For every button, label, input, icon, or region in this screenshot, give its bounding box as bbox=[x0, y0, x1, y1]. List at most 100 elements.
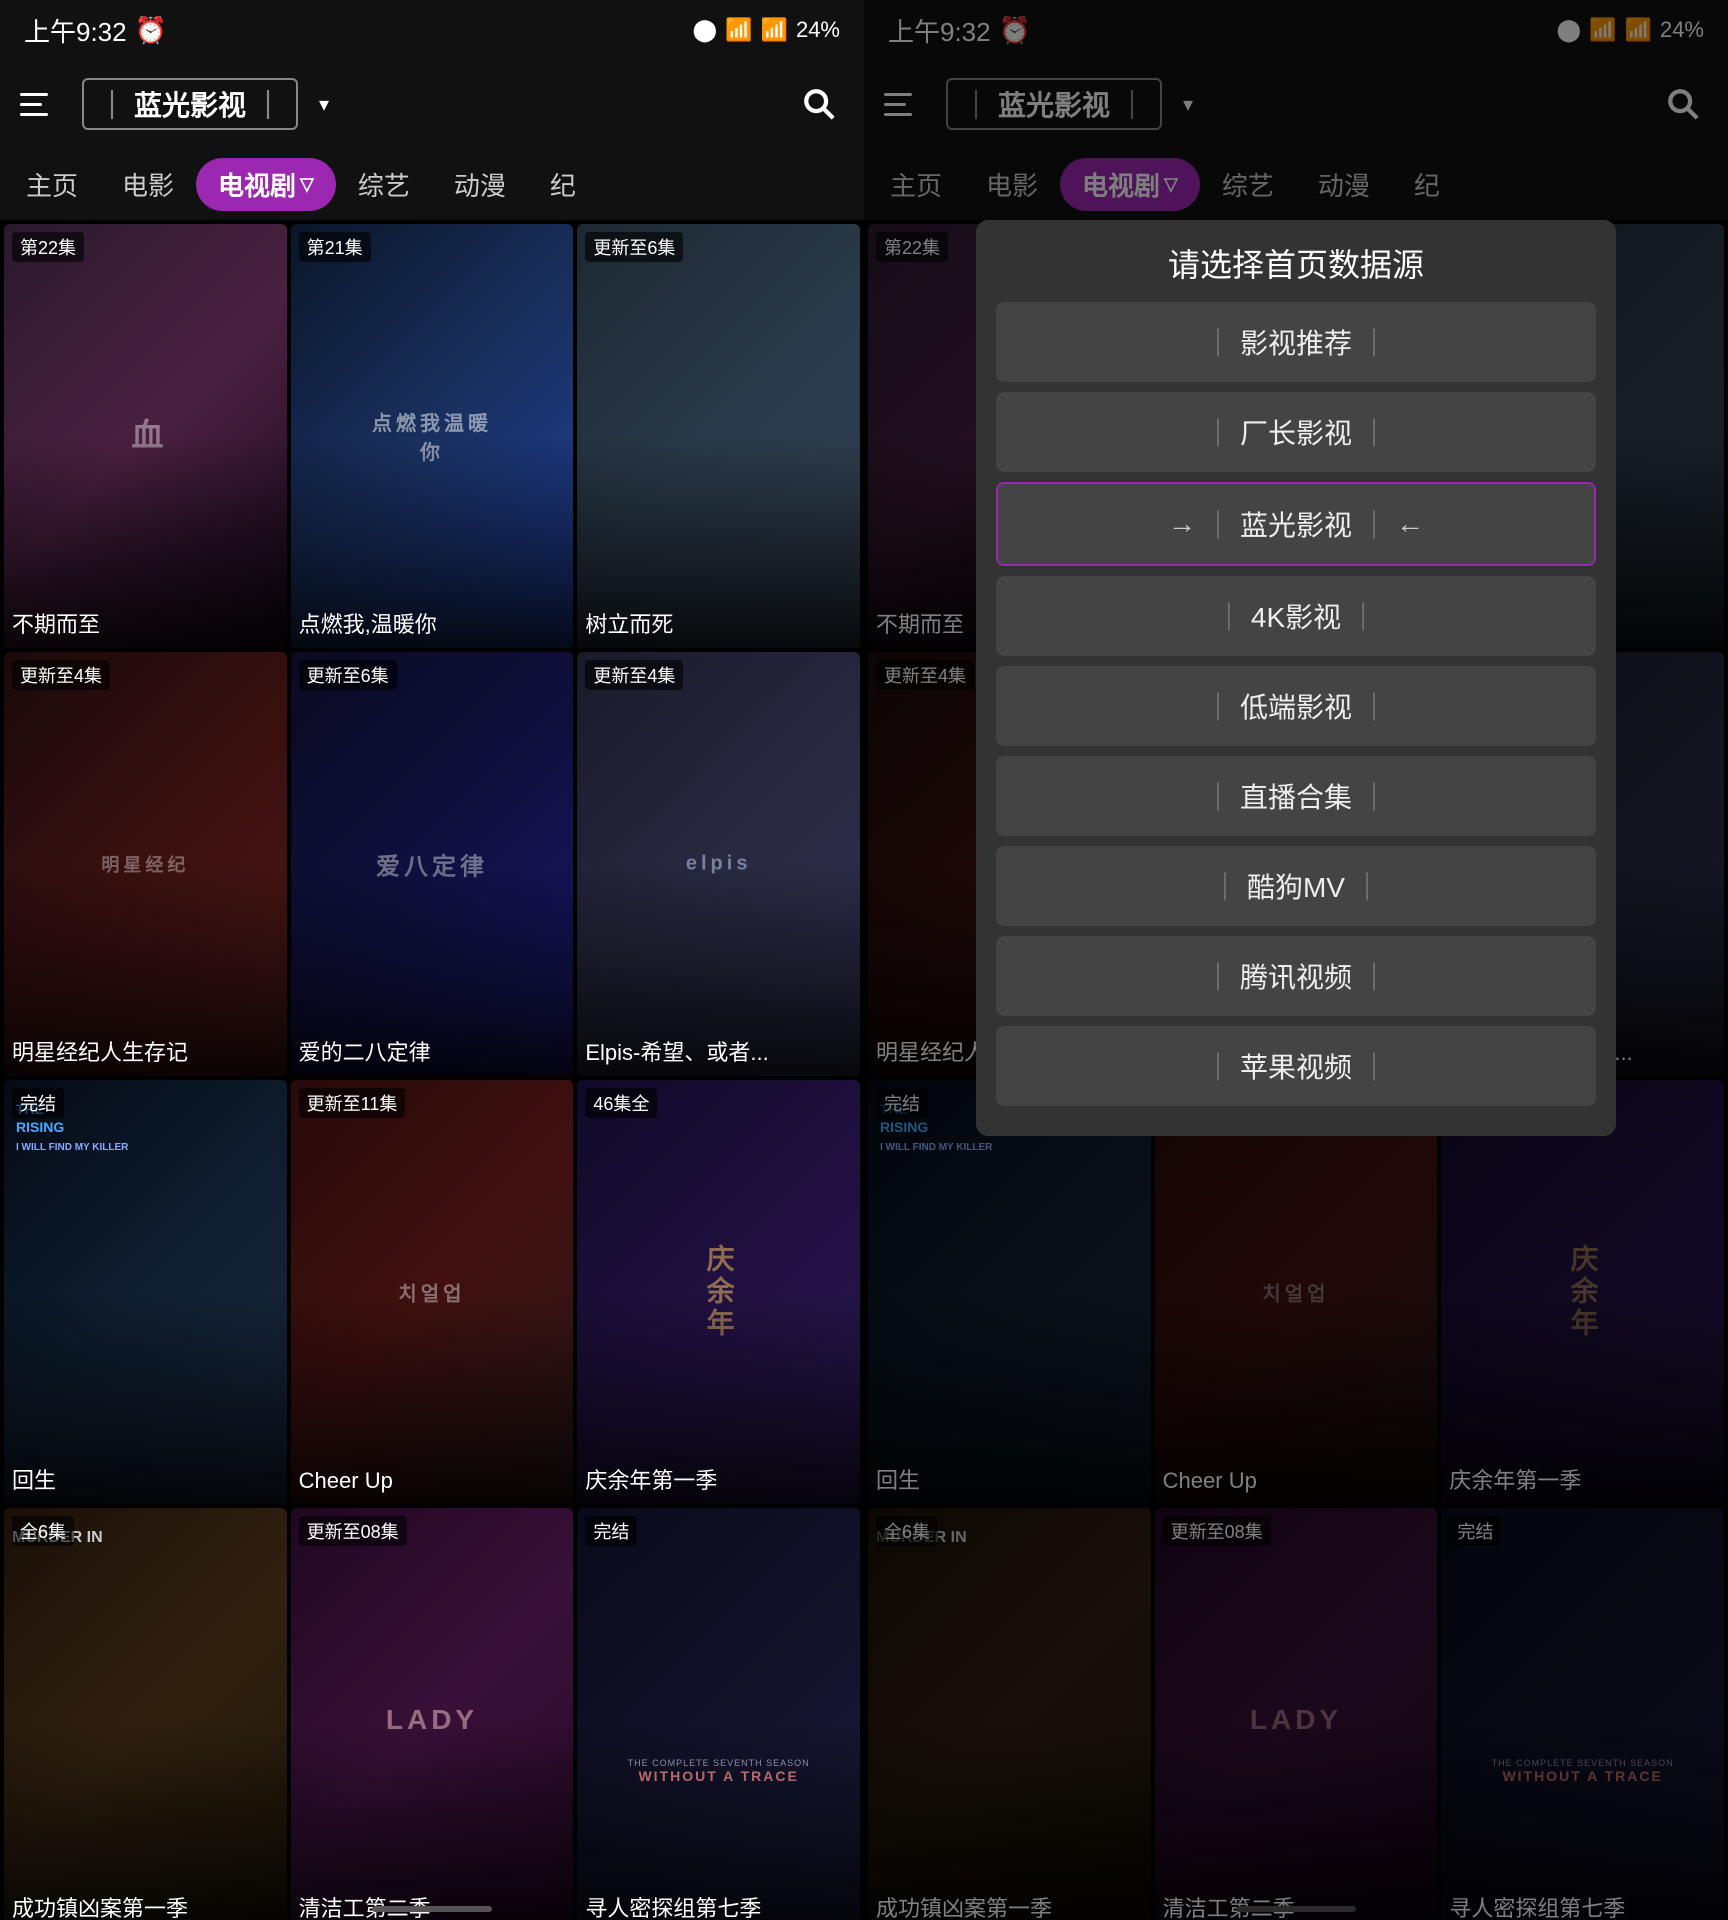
badge-10-left: 全6集 bbox=[12, 1516, 74, 1546]
popup-option-yingshi[interactable]: ｜ 影视推荐 ｜ bbox=[996, 302, 1596, 382]
badge-12-left: 完结 bbox=[585, 1516, 637, 1546]
content-grid-left: 血 第22集 不期而至 点燃我温暖你 第21集 点燃我,温暖你 更新至6集 树立… bbox=[0, 220, 864, 1920]
card-4-left[interactable]: 明星经纪 更新至4集 明星经纪人生存记 bbox=[4, 652, 287, 1076]
card-1-left[interactable]: 血 第22集 不期而至 bbox=[4, 224, 287, 648]
tab-tv-left[interactable]: 电视剧▽ bbox=[196, 158, 336, 211]
time-display-left: 上午9:32 bbox=[24, 12, 127, 49]
pipe-opt7-r: ｜ bbox=[1353, 866, 1381, 906]
arrow-right-bluray: ← bbox=[1396, 508, 1424, 540]
search-button-left[interactable] bbox=[794, 79, 844, 129]
popup-option-lowend[interactable]: ｜ 低端影视 ｜ bbox=[996, 666, 1596, 746]
bluetooth-icon-left: ⬤ bbox=[693, 17, 718, 43]
badge-6-left: 更新至4集 bbox=[585, 660, 683, 690]
popup-option-kugou[interactable]: ｜ 酷狗MV ｜ bbox=[996, 846, 1596, 926]
title-12-left: 寻人密探组第七季 bbox=[585, 1895, 852, 1920]
popup-option-4k[interactable]: ｜ 4K影视 ｜ bbox=[996, 576, 1596, 656]
title-8-left: Cheer Up bbox=[299, 1467, 566, 1496]
tab-anime-left[interactable]: 动漫 bbox=[432, 158, 528, 211]
search-icon-left bbox=[802, 87, 836, 121]
pipe-opt5-r: ｜ bbox=[1360, 686, 1388, 726]
card-3-left[interactable]: 更新至6集 树立而死 bbox=[577, 224, 860, 648]
option-label-7: 酷狗MV bbox=[1247, 866, 1345, 906]
title-5-left: 爱的二八定律 bbox=[299, 1039, 566, 1068]
pipe-opt3-l: ｜ bbox=[1204, 504, 1232, 544]
badge-11-left: 更新至08集 bbox=[299, 1516, 407, 1546]
left-panel: 上午9:32 ⏰ ⬤ 📶 📶 24% ｜ 蓝光影视 ｜ ▾ 主页 bbox=[0, 0, 864, 1920]
content-area-left: 血 第22集 不期而至 点燃我温暖你 第21集 点燃我,温暖你 更新至6集 树立… bbox=[0, 220, 864, 1920]
pipe-opt2-r: ｜ bbox=[1360, 412, 1388, 452]
card-8-left[interactable]: 치얼업 更新至11集 Cheer Up bbox=[291, 1080, 574, 1504]
card-9-left[interactable]: 庆余年 46集全 庆余年第一季 bbox=[577, 1080, 860, 1504]
card-12-left[interactable]: THE COMPLETE SEVENTH SEASON WITHOUT A TR… bbox=[577, 1508, 860, 1920]
pipe-left-1: ｜ bbox=[98, 84, 126, 124]
tab-movie-left[interactable]: 电影 bbox=[100, 158, 196, 211]
card-11-left[interactable]: LADY 更新至08集 清洁工第二季 bbox=[291, 1508, 574, 1920]
title-10-left: 成功镇凶案第一季 bbox=[12, 1895, 279, 1920]
pipe-opt7-l: ｜ bbox=[1211, 866, 1239, 906]
popup-option-bluray[interactable]: → ｜ 蓝光影视 ｜ ← bbox=[996, 482, 1596, 566]
arrow-left-bluray: → bbox=[1168, 508, 1196, 540]
option-label-6: 直播合集 bbox=[1240, 776, 1352, 816]
popup-overlay[interactable]: 请选择首页数据源 ｜ 影视推荐 ｜ ｜ 厂长影视 ｜ → ｜ 蓝光影视 ｜ ← … bbox=[864, 0, 1728, 1920]
pipe-opt6-r: ｜ bbox=[1360, 776, 1388, 816]
pipe-opt2-l: ｜ bbox=[1204, 412, 1232, 452]
title-7-left: 回生 bbox=[12, 1467, 279, 1496]
pipe-opt1-l: ｜ bbox=[1204, 322, 1232, 362]
overlay-12-left bbox=[577, 1720, 860, 1920]
card-5-left[interactable]: 爱八定律 更新至6集 爱的二八定律 bbox=[291, 652, 574, 1076]
popup-box: 请选择首页数据源 ｜ 影视推荐 ｜ ｜ 厂长影视 ｜ → ｜ 蓝光影视 ｜ ← … bbox=[976, 220, 1616, 1136]
pipe-opt9-r: ｜ bbox=[1360, 1046, 1388, 1086]
option-label-1: 影视推荐 bbox=[1240, 322, 1352, 362]
wifi-icon-left: 📶 bbox=[761, 17, 788, 43]
pipe-opt5-l: ｜ bbox=[1204, 686, 1232, 726]
title-2-left: 点燃我,温暖你 bbox=[299, 611, 566, 640]
popup-option-apple[interactable]: ｜ 苹果视频 ｜ bbox=[996, 1026, 1596, 1106]
card-7-left[interactable]: THERISINGI WILL FIND MY KILLER 完结 回生 bbox=[4, 1080, 287, 1504]
popup-option-changying[interactable]: ｜ 厂长影视 ｜ bbox=[996, 392, 1596, 472]
menu-button-left[interactable] bbox=[20, 82, 64, 126]
option-label-2: 厂长影视 bbox=[1240, 412, 1352, 452]
option-label-9: 苹果视频 bbox=[1240, 1046, 1352, 1086]
clock-icon-left: ⏰ bbox=[135, 15, 167, 46]
filter-icon-left: ▽ bbox=[300, 174, 314, 195]
pipe-opt6-l: ｜ bbox=[1204, 776, 1232, 816]
tab-variety-left[interactable]: 综艺 bbox=[336, 158, 432, 211]
tab-doc-left[interactable]: 纪 bbox=[528, 158, 598, 211]
right-panel: 上午9:32 ⏰ ⬤ 📶 📶 24% ｜ 蓝光影视 ｜ ▾ 主页 bbox=[864, 0, 1728, 1920]
popup-title: 请选择首页数据源 bbox=[996, 240, 1596, 286]
popup-option-tencent[interactable]: ｜ 腾讯视频 ｜ bbox=[996, 936, 1596, 1016]
status-bar-left: 上午9:32 ⏰ ⬤ 📶 📶 24% bbox=[0, 0, 864, 60]
pipe-left-2: ｜ bbox=[254, 84, 282, 124]
badge-8-left: 更新至11集 bbox=[299, 1088, 406, 1118]
brand-logo-left[interactable]: ｜ 蓝光影视 ｜ bbox=[82, 78, 298, 130]
card-10-left[interactable]: MURDER IN 全6集 成功镇凶案第一季 bbox=[4, 1508, 287, 1920]
popup-option-live[interactable]: ｜ 直播合集 ｜ bbox=[996, 756, 1596, 836]
pipe-opt4-r: ｜ bbox=[1349, 596, 1377, 636]
badge-4-left: 更新至4集 bbox=[12, 660, 110, 690]
badge-9-left: 46集全 bbox=[585, 1088, 657, 1118]
tab-home-left[interactable]: 主页 bbox=[4, 158, 100, 211]
overlay-11-left bbox=[291, 1720, 574, 1920]
option-label-8: 腾讯视频 bbox=[1240, 956, 1352, 996]
title-3-left: 树立而死 bbox=[585, 611, 852, 640]
card-2-left[interactable]: 点燃我温暖你 第21集 点燃我,温暖你 bbox=[291, 224, 574, 648]
pipe-opt8-r: ｜ bbox=[1360, 956, 1388, 996]
pipe-opt8-l: ｜ bbox=[1204, 956, 1232, 996]
badge-7-left: 完结 bbox=[12, 1088, 64, 1118]
dropdown-button-left[interactable]: ▾ bbox=[308, 88, 340, 120]
category-tabs-left: 主页 电影 电视剧▽ 综艺 动漫 纪 bbox=[0, 148, 864, 220]
option-label-4: 4K影视 bbox=[1251, 596, 1341, 636]
pipe-opt9-l: ｜ bbox=[1204, 1046, 1232, 1086]
badge-1-left: 第22集 bbox=[12, 232, 84, 262]
title-6-left: Elpis-希望、或者... bbox=[585, 1039, 852, 1068]
signal-icon-left: 📶 bbox=[725, 17, 752, 43]
overlay-10-left bbox=[4, 1720, 287, 1920]
scroll-indicator-left bbox=[372, 1906, 492, 1912]
battery-left: 24% bbox=[796, 17, 840, 43]
card-6-left[interactable]: elpis 更新至4集 Elpis-希望、或者... bbox=[577, 652, 860, 1076]
pipe-opt1-r: ｜ bbox=[1360, 322, 1388, 362]
badge-5-left: 更新至6集 bbox=[299, 660, 397, 690]
badge-3-left: 更新至6集 bbox=[585, 232, 683, 262]
title-1-left: 不期而至 bbox=[12, 611, 279, 640]
option-label-3: 蓝光影视 bbox=[1240, 504, 1352, 544]
